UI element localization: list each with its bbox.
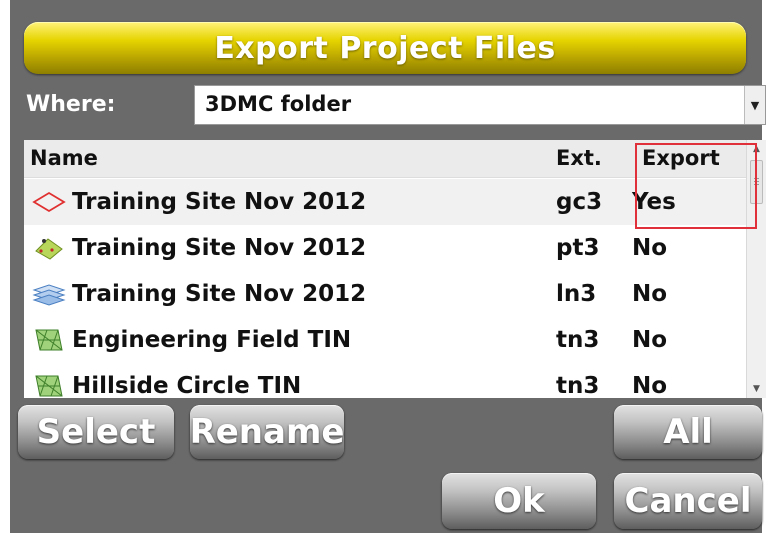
all-button[interactable]: All — [614, 405, 762, 459]
layers-icon — [32, 284, 66, 306]
file-export-value[interactable]: No — [632, 235, 667, 261]
export-dialog: Export Project Files Where: 3DMC folder … — [10, 0, 766, 533]
file-row[interactable]: Training Site Nov 2012 ln3 No — [24, 271, 746, 317]
column-header-ext[interactable]: Ext. — [556, 146, 602, 170]
dropdown-arrow-icon[interactable]: ▼ — [744, 86, 765, 124]
site-outline-icon — [32, 191, 66, 213]
cancel-button[interactable]: Cancel — [614, 473, 762, 529]
points-icon — [35, 238, 63, 260]
file-name: Training Site Nov 2012 — [72, 235, 367, 261]
file-export-value[interactable]: No — [632, 281, 667, 307]
file-export-value[interactable]: No — [632, 327, 667, 353]
file-ext: tn3 — [556, 373, 600, 398]
where-selected-value: 3DMC folder — [205, 92, 352, 116]
file-ext: gc3 — [556, 189, 603, 215]
file-name: Hillside Circle TIN — [72, 373, 302, 398]
where-label: Where: — [26, 92, 116, 117]
scroll-down-arrow-icon[interactable]: ▼ — [747, 380, 766, 398]
tin-surface-icon — [35, 375, 63, 397]
file-row[interactable]: Engineering Field TIN tn3 No — [24, 317, 746, 363]
file-row[interactable]: Hillside Circle TIN tn3 No — [24, 363, 746, 398]
dialog-title: Export Project Files — [214, 30, 556, 66]
title-bar: Export Project Files — [24, 22, 746, 74]
ok-button[interactable]: Ok — [442, 473, 596, 529]
export-column-highlight — [635, 143, 757, 229]
file-name: Engineering Field TIN — [72, 327, 352, 353]
rename-button[interactable]: Rename — [190, 405, 344, 459]
file-export-value[interactable]: No — [632, 373, 667, 398]
file-row[interactable]: Training Site Nov 2012 pt3 No — [24, 225, 746, 271]
select-button[interactable]: Select — [18, 405, 174, 459]
file-ext: pt3 — [556, 235, 600, 261]
column-header-name[interactable]: Name — [30, 146, 98, 170]
file-ext: ln3 — [556, 281, 597, 307]
file-ext: tn3 — [556, 327, 600, 353]
tin-surface-icon — [35, 329, 63, 351]
where-dropdown[interactable]: 3DMC folder ▼ — [194, 85, 766, 125]
file-name: Training Site Nov 2012 — [72, 281, 367, 307]
file-name: Training Site Nov 2012 — [72, 189, 367, 215]
